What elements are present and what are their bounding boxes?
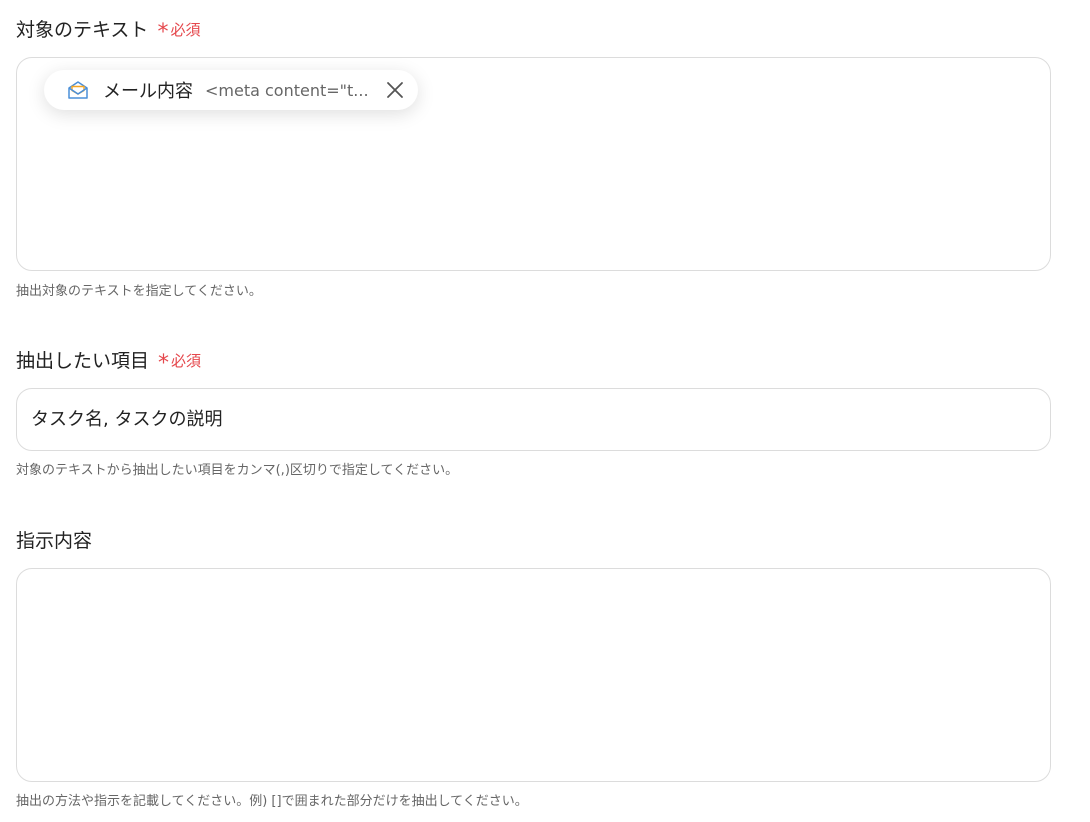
instructions-helper: 抽出の方法や指示を記載してください。例) []で囲まれた部分だけを抽出してくださ… (16, 794, 528, 809)
required-badge: * 必須 (158, 349, 202, 376)
instructions-label-text: 指示内容 (16, 530, 93, 552)
required-badge: * 必須 (157, 18, 201, 45)
close-icon[interactable] (384, 79, 406, 101)
target-text-label-text: 対象のテキスト (16, 19, 149, 41)
extract-items-label-text: 抽出したい項目 (16, 350, 150, 372)
extract-items-value: タスク名, タスクの説明 (31, 409, 223, 430)
chip-name: メール内容 (103, 81, 193, 102)
instructions-label: 指示内容 (16, 529, 92, 553)
required-asterisk-icon: * (158, 351, 170, 376)
required-text: 必須 (171, 352, 202, 370)
instructions-textarea[interactable] (16, 568, 1051, 782)
envelope-open-icon (66, 78, 90, 102)
required-text: 必須 (170, 21, 201, 39)
target-text-field[interactable]: メール内容 <meta content="t... (16, 57, 1051, 271)
required-asterisk-icon: * (157, 20, 169, 45)
variable-chip[interactable]: メール内容 <meta content="t... (44, 70, 418, 110)
target-text-label: 対象のテキスト * 必須 (16, 18, 201, 45)
target-text-helper: 抽出対象のテキストを指定してください。 (16, 284, 262, 299)
extract-items-label: 抽出したい項目 * 必須 (16, 349, 202, 376)
extract-items-helper: 対象のテキストから抽出したい項目をカンマ(,)区切りで指定してください。 (16, 463, 459, 478)
chip-value: <meta content="t... (205, 80, 369, 100)
extract-items-input[interactable]: タスク名, タスクの説明 (16, 388, 1051, 451)
